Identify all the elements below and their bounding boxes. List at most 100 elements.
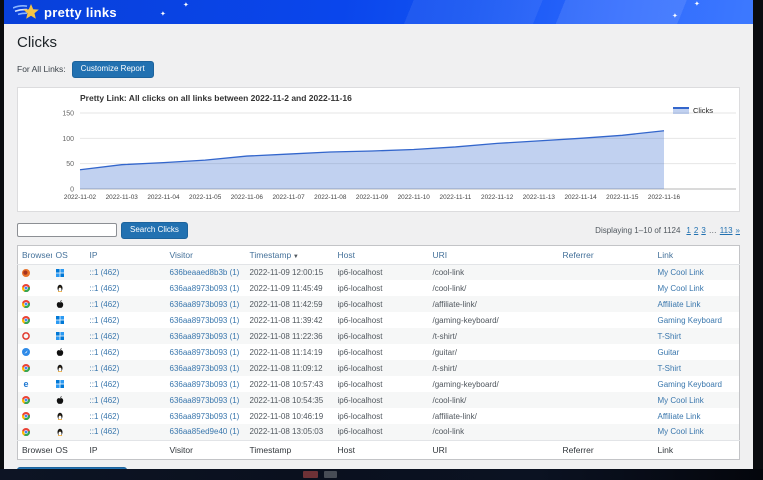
customize-report-button[interactable]: Customize Report bbox=[72, 61, 154, 78]
column-header-timestamp[interactable]: Timestamp bbox=[246, 440, 334, 459]
column-header-referrer[interactable]: Referrer bbox=[559, 440, 654, 459]
visitor-cell: 636aa8973b093 (1) bbox=[166, 392, 246, 408]
ip-link[interactable]: ::1 (462) bbox=[90, 412, 120, 421]
visitor-link[interactable]: 636aa8973b093 (1) bbox=[170, 412, 240, 421]
last-page-link[interactable]: 113 bbox=[720, 226, 733, 235]
host-cell: ip6-localhost bbox=[334, 296, 429, 312]
column-header-browser[interactable]: Browser bbox=[18, 440, 52, 459]
column-header-visitor[interactable]: Visitor bbox=[166, 440, 246, 459]
visitor-link[interactable]: 636aa8973b093 (1) bbox=[170, 380, 240, 389]
os-cell bbox=[52, 360, 86, 376]
pretty-link-link[interactable]: Affiliate Link bbox=[658, 300, 701, 309]
pretty-link-link[interactable]: T-Shirt bbox=[658, 364, 682, 373]
column-header-referrer[interactable]: Referrer bbox=[559, 245, 654, 264]
column-header-ip[interactable]: IP bbox=[86, 245, 166, 264]
visitor-cell: 636beaaed8b3b (1) bbox=[166, 264, 246, 280]
ip-link[interactable]: ::1 (462) bbox=[90, 380, 120, 389]
referrer-cell bbox=[559, 264, 654, 280]
browser-cell bbox=[18, 312, 52, 328]
column-header-link[interactable]: Link bbox=[654, 440, 740, 459]
visitor-link[interactable]: 636beaaed8b3b (1) bbox=[170, 268, 240, 277]
page-link-1[interactable]: 1 bbox=[686, 226, 690, 235]
page-link-3[interactable]: 3 bbox=[701, 226, 705, 235]
svg-text:2022-11-10: 2022-11-10 bbox=[398, 194, 431, 201]
column-header-host[interactable]: Host bbox=[334, 245, 429, 264]
sparkle-icon: ✦ bbox=[672, 13, 678, 20]
column-header-os[interactable]: OS bbox=[52, 440, 86, 459]
host-cell: ip6-localhost bbox=[334, 312, 429, 328]
svg-text:2022-11-05: 2022-11-05 bbox=[189, 194, 222, 201]
visitor-link[interactable]: 636aa8973b093 (1) bbox=[170, 396, 240, 405]
clicks-chart-panel: Pretty Link: All clicks on all links bet… bbox=[17, 87, 740, 212]
column-header-uri[interactable]: URI bbox=[429, 245, 559, 264]
ip-link[interactable]: ::1 (462) bbox=[90, 300, 120, 309]
clicks-table: BrowserOSIPVisitorTimestamp ▼HostURIRefe… bbox=[17, 245, 740, 460]
ip-link[interactable]: ::1 (462) bbox=[90, 396, 120, 405]
windows-icon bbox=[56, 332, 64, 340]
visitor-link[interactable]: 636aa8973b093 (1) bbox=[170, 348, 240, 357]
ip-link[interactable]: ::1 (462) bbox=[90, 427, 120, 436]
column-header-uri[interactable]: URI bbox=[429, 440, 559, 459]
svg-text:2022-11-15: 2022-11-15 bbox=[606, 194, 639, 201]
os-cell bbox=[52, 280, 86, 296]
visitor-link[interactable]: 636aa8973b093 (1) bbox=[170, 332, 240, 341]
clicks-area-chart: 0501001502022-11-022022-11-032022-11-042… bbox=[18, 88, 739, 211]
windows-icon bbox=[56, 380, 64, 388]
svg-text:2022-11-16: 2022-11-16 bbox=[648, 194, 681, 201]
next-page-link[interactable]: » bbox=[736, 226, 740, 235]
page-link-2[interactable]: 2 bbox=[694, 226, 698, 235]
table-header-row: BrowserOSIPVisitorTimestamp ▼HostURIRefe… bbox=[18, 245, 740, 264]
column-header-visitor[interactable]: Visitor bbox=[166, 245, 246, 264]
visitor-link[interactable]: 636aa8973b093 (1) bbox=[170, 316, 240, 325]
column-header-timestamp[interactable]: Timestamp ▼ bbox=[246, 245, 334, 264]
pretty-link-link[interactable]: Guitar bbox=[658, 348, 680, 357]
visitor-link[interactable]: 636aa8973b093 (1) bbox=[170, 364, 240, 373]
ip-link[interactable]: ::1 (462) bbox=[90, 364, 120, 373]
ip-link[interactable]: ::1 (462) bbox=[90, 332, 120, 341]
column-header-link[interactable]: Link bbox=[654, 245, 740, 264]
timestamp-cell: 2022-11-09 12:00:15 bbox=[246, 264, 334, 280]
table-row: ::1 (462) 636beaaed8b3b (1) 2022-11-09 12:… bbox=[18, 264, 740, 280]
uri-cell: /gaming-keyboard/ bbox=[429, 376, 559, 392]
visitor-link[interactable]: 636aa85ed9e40 (1) bbox=[170, 427, 240, 436]
column-header-host[interactable]: Host bbox=[334, 440, 429, 459]
ip-cell: ::1 (462) bbox=[86, 392, 166, 408]
taskbar-red-button bbox=[303, 471, 318, 478]
windows-icon bbox=[56, 269, 64, 277]
visitor-link[interactable]: 636aa8973b093 (1) bbox=[170, 284, 240, 293]
search-input[interactable] bbox=[17, 223, 117, 237]
host-cell: ip6-localhost bbox=[334, 376, 429, 392]
os-cell bbox=[52, 312, 86, 328]
ip-link[interactable]: ::1 (462) bbox=[90, 348, 120, 357]
referrer-cell bbox=[559, 392, 654, 408]
ip-link[interactable]: ::1 (462) bbox=[90, 284, 120, 293]
pretty-link-link[interactable]: My Cool Link bbox=[658, 284, 704, 293]
pretty-link-link[interactable]: Affiliate Link bbox=[658, 412, 701, 421]
pretty-link-link[interactable]: Gaming Keyboard bbox=[658, 380, 722, 389]
ip-link[interactable]: ::1 (462) bbox=[90, 316, 120, 325]
pretty-link-link[interactable]: T-Shirt bbox=[658, 332, 682, 341]
pretty-link-link[interactable]: Gaming Keyboard bbox=[658, 316, 722, 325]
ip-link[interactable]: ::1 (462) bbox=[90, 268, 120, 277]
referrer-cell bbox=[559, 376, 654, 392]
search-clicks-button[interactable]: Search Clicks bbox=[121, 222, 188, 239]
svg-text:2022-11-08: 2022-11-08 bbox=[314, 194, 347, 201]
pretty-link-link[interactable]: My Cool Link bbox=[658, 396, 704, 405]
pretty-link-link[interactable]: My Cool Link bbox=[658, 268, 704, 277]
uri-cell: /cool-link bbox=[429, 424, 559, 440]
svg-text:50: 50 bbox=[66, 161, 74, 168]
pretty-link-link[interactable]: My Cool Link bbox=[658, 427, 704, 436]
visitor-cell: 636aa8973b093 (1) bbox=[166, 280, 246, 296]
visitor-link[interactable]: 636aa8973b093 (1) bbox=[170, 300, 240, 309]
column-header-os[interactable]: OS bbox=[52, 245, 86, 264]
column-header-ip[interactable]: IP bbox=[86, 440, 166, 459]
column-header-browser[interactable]: Browser bbox=[18, 245, 52, 264]
chrome-icon bbox=[22, 396, 30, 404]
chrome-icon bbox=[22, 412, 30, 420]
svg-text:0: 0 bbox=[70, 186, 74, 193]
referrer-cell bbox=[559, 424, 654, 440]
firefox-icon bbox=[22, 269, 30, 277]
ip-cell: ::1 (462) bbox=[86, 376, 166, 392]
browser-cell bbox=[18, 392, 52, 408]
ip-cell: ::1 (462) bbox=[86, 280, 166, 296]
